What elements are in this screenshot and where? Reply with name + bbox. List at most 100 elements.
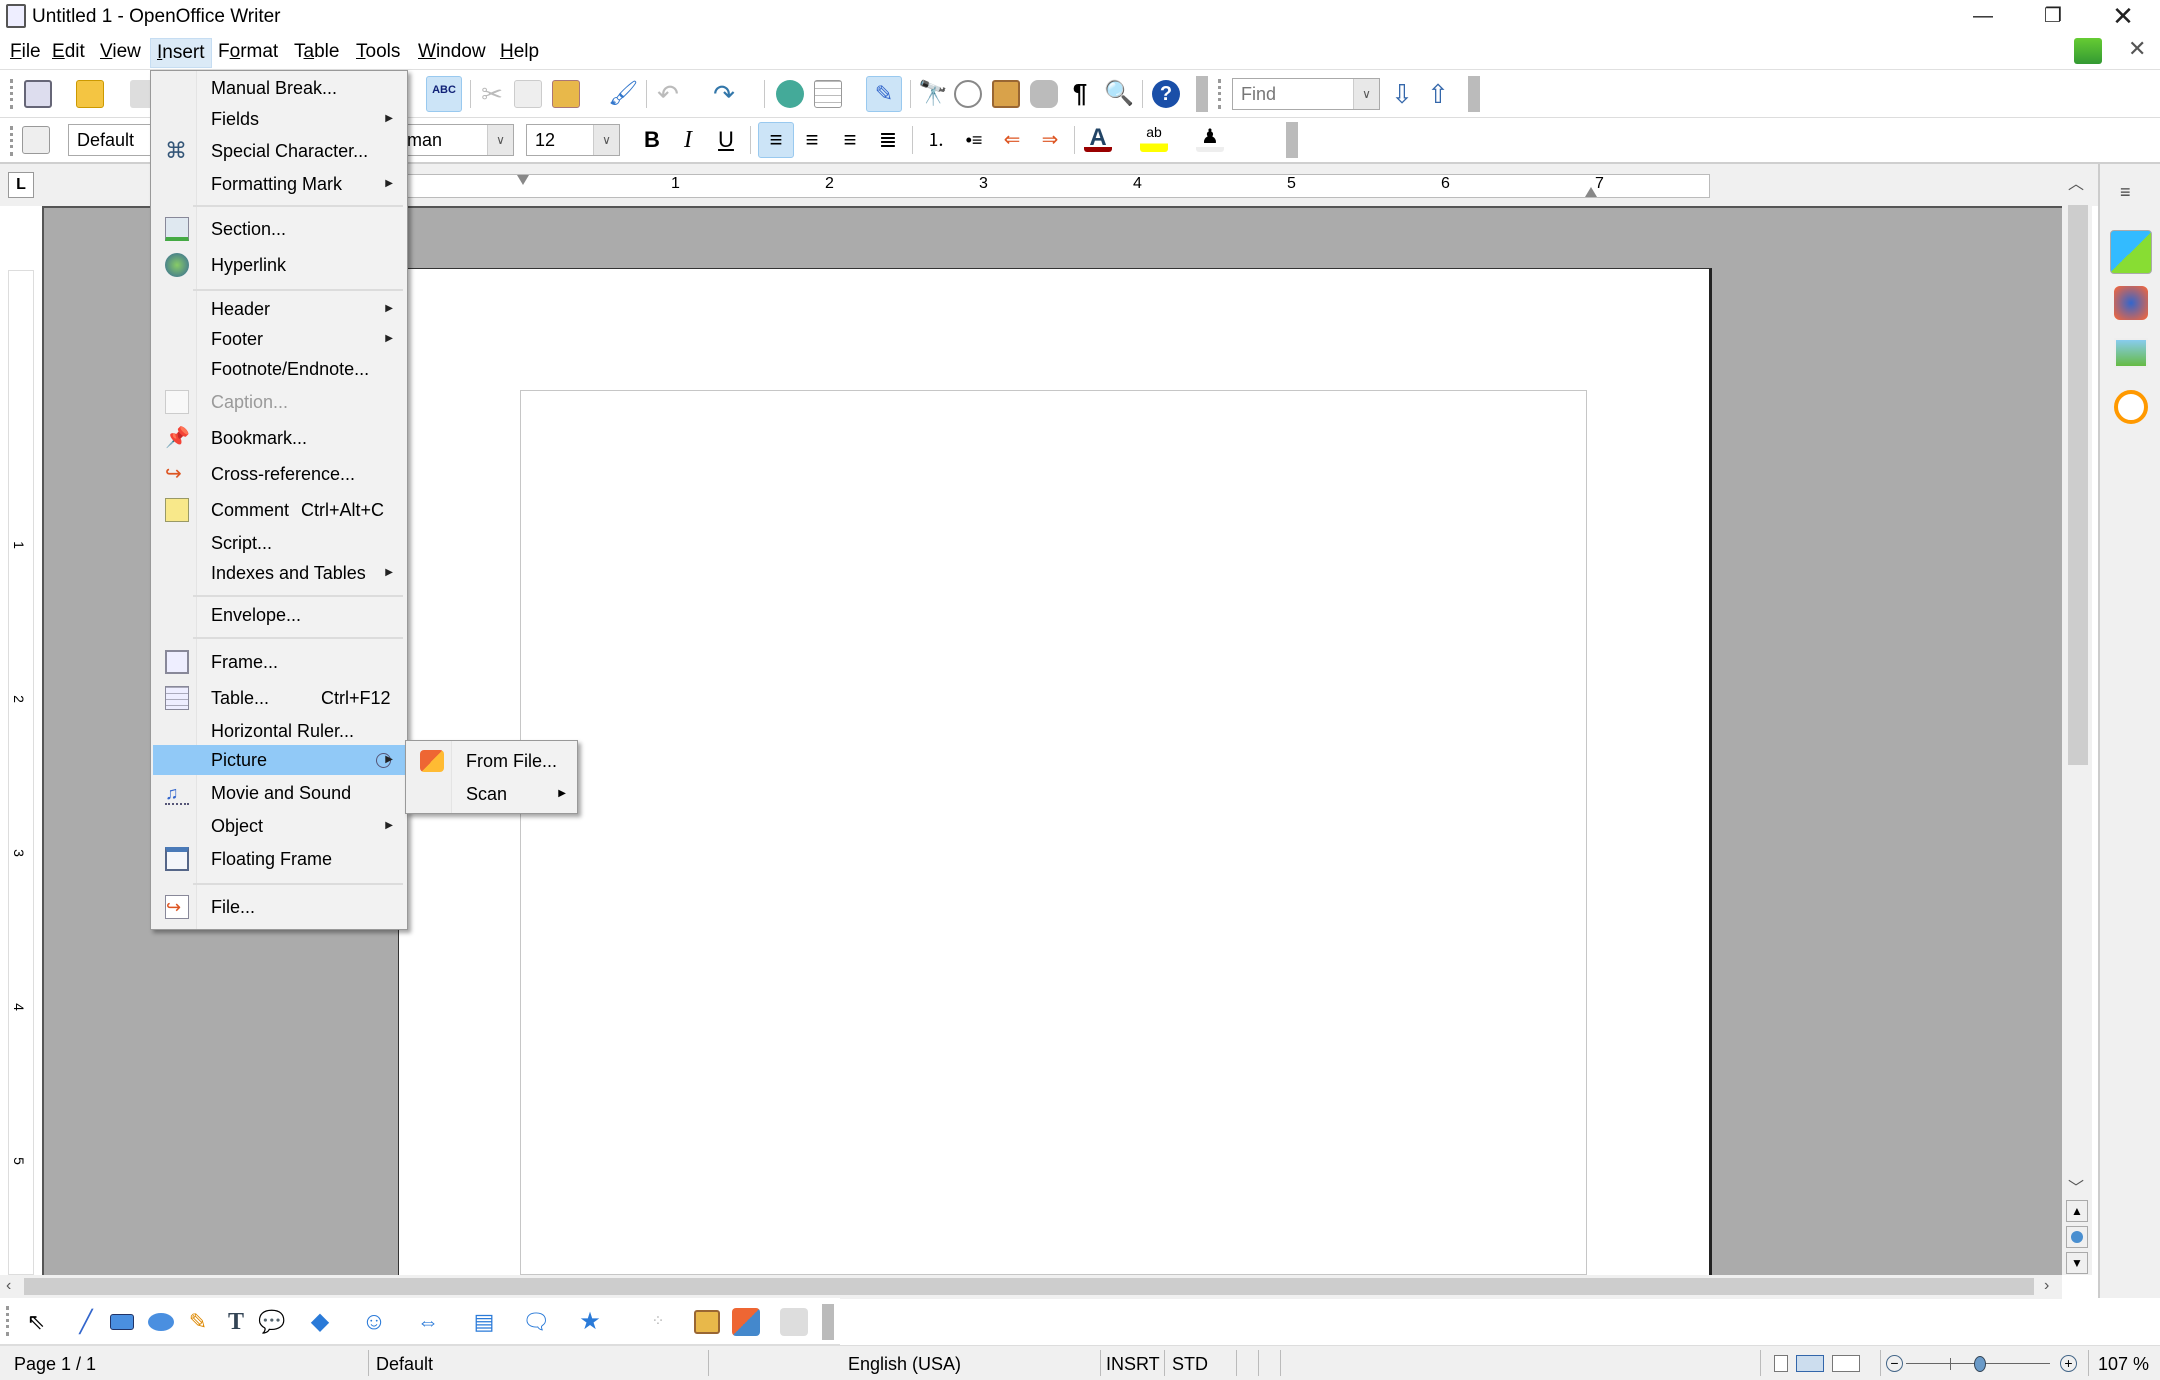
toolbar-overflow[interactable]	[1286, 122, 1298, 158]
menu-item-fields[interactable]: Fields ▶	[153, 104, 405, 134]
right-indent-marker[interactable]	[1585, 185, 1597, 197]
horizontal-ruler[interactable]: 1 2 3 4 5 6 7	[400, 174, 1710, 198]
navigation-icon[interactable]	[2066, 1226, 2088, 1248]
left-indent-marker[interactable]	[517, 175, 529, 197]
align-center-button[interactable]: ≡	[798, 126, 826, 154]
line-icon[interactable]: ╱	[72, 1308, 100, 1336]
menu-item-table[interactable]: Table... Ctrl+F12	[153, 683, 405, 713]
menu-item-frame[interactable]: Frame...	[153, 647, 405, 677]
vertical-ruler[interactable]: 1 2 3 4 5	[8, 270, 34, 1275]
callout-shapes-icon[interactable]: 🗨	[522, 1308, 550, 1336]
hyperlink-icon[interactable]	[776, 80, 804, 108]
increase-indent-icon[interactable]: ⇒	[1036, 126, 1064, 154]
ellipse-icon[interactable]	[148, 1313, 174, 1331]
insert-mode[interactable]: INSRT	[1106, 1354, 1160, 1375]
scroll-down-icon[interactable]: ﹀	[2068, 1174, 2084, 1198]
clone-formatting-icon[interactable]: 🖌	[608, 80, 638, 108]
underline-button[interactable]: U	[712, 126, 740, 154]
multi-page-view-icon[interactable]	[1796, 1355, 1824, 1372]
menu-view[interactable]: View	[94, 38, 147, 68]
zoom-percentage[interactable]: 107 %	[2098, 1354, 2149, 1375]
horizontal-scroll-thumb[interactable]	[24, 1278, 2034, 1295]
font-color-icon[interactable]: A	[1084, 124, 1112, 152]
menu-item-object[interactable]: Object ▶	[153, 811, 405, 841]
close-document-icon[interactable]: ✕	[2128, 36, 2146, 62]
gallery-panel-icon[interactable]	[2114, 338, 2148, 368]
help-icon[interactable]: ?	[1152, 80, 1180, 108]
menu-item-horizontal-ruler[interactable]: Horizontal Ruler...	[153, 716, 405, 746]
navigator-icon[interactable]	[954, 80, 982, 108]
formatting-marks-icon[interactable]: ¶	[1066, 78, 1094, 108]
open-folder-icon[interactable]	[76, 80, 104, 108]
minimize-button[interactable]: —	[1948, 0, 2018, 34]
basic-shapes-icon[interactable]: ◆	[306, 1308, 334, 1336]
menu-table[interactable]: Table	[288, 38, 345, 68]
tab-stop-type-icon[interactable]: L	[8, 172, 34, 198]
background-color-icon[interactable]: ♟	[1196, 124, 1224, 152]
menu-item-from-file[interactable]: From File...	[408, 745, 576, 777]
points-icon[interactable]: ⁘	[644, 1308, 672, 1336]
single-page-view-icon[interactable]	[1774, 1355, 1788, 1372]
selection-mode[interactable]: STD	[1172, 1354, 1208, 1375]
toolbar-grip[interactable]	[10, 79, 14, 109]
symbol-shapes-icon[interactable]: ☺	[360, 1308, 388, 1336]
insert-picture-icon[interactable]	[732, 1308, 760, 1336]
select-icon[interactable]: ⇖	[22, 1308, 50, 1336]
align-right-button[interactable]: ≡	[836, 126, 864, 154]
menu-file[interactable]: File	[4, 38, 47, 68]
menu-item-scan[interactable]: Scan ▶	[408, 778, 576, 810]
menu-item-manual-break[interactable]: Manual Break...	[153, 73, 405, 103]
styles-icon[interactable]	[2114, 286, 2148, 320]
fontwork-icon[interactable]	[694, 1310, 720, 1334]
data-sources-icon[interactable]	[1030, 80, 1058, 108]
navigator-panel-icon[interactable]	[2114, 390, 2148, 424]
menu-item-cross-reference[interactable]: ↪ Cross-reference...	[153, 459, 405, 489]
menu-edit[interactable]: Edit	[46, 38, 91, 68]
menu-format[interactable]: Format	[212, 38, 284, 68]
find-next-icon[interactable]: ⇩	[1388, 80, 1416, 108]
gallery-icon[interactable]	[992, 80, 1020, 108]
styles-formatting-icon[interactable]	[22, 126, 50, 154]
page-count[interactable]: Page 1 / 1	[14, 1354, 96, 1375]
redo-icon[interactable]: ↷	[710, 80, 738, 108]
menu-insert[interactable]: Insert	[150, 38, 212, 68]
toolbar-overflow[interactable]	[822, 1304, 834, 1340]
copy-icon[interactable]	[514, 80, 542, 108]
scroll-right-icon[interactable]: ›	[2044, 1277, 2049, 1295]
menu-item-file[interactable]: ↪ File...	[153, 892, 405, 922]
italic-button[interactable]: I	[674, 126, 702, 154]
menu-item-section[interactable]: Section...	[153, 214, 405, 244]
font-name-select[interactable]: man ∨	[398, 124, 514, 156]
scroll-up-icon[interactable]: ︿	[2068, 170, 2084, 194]
zoom-out-icon[interactable]: −	[1886, 1355, 1903, 1372]
menu-item-footnote-endnote[interactable]: Footnote/Endnote...	[153, 354, 405, 384]
menu-item-special-character[interactable]: ⌘ Special Character...	[153, 136, 405, 166]
flowchart-icon[interactable]: ▤	[470, 1308, 498, 1336]
sidebar-menu-icon[interactable]: ≡	[2120, 182, 2131, 203]
vertical-scroll-thumb[interactable]	[2068, 205, 2088, 765]
menu-item-header[interactable]: Header ▶	[153, 294, 405, 324]
zoom-icon[interactable]: 🔍	[1104, 80, 1134, 108]
toolbar-grip[interactable]	[6, 1306, 10, 1336]
justify-button[interactable]: ≣	[874, 126, 902, 154]
toolbar-overflow[interactable]	[1196, 76, 1208, 112]
numbering-icon[interactable]: ⒈	[922, 126, 950, 154]
extrusion-icon[interactable]	[780, 1308, 808, 1336]
new-document-icon[interactable]	[24, 80, 52, 108]
decrease-indent-icon[interactable]: ⇐	[998, 126, 1026, 154]
menu-item-envelope[interactable]: Envelope...	[153, 600, 405, 630]
show-draw-functions-icon[interactable]: ✎	[866, 76, 902, 112]
menu-item-indexes-and-tables[interactable]: Indexes and Tables ▶	[153, 558, 405, 588]
previous-page-icon[interactable]: ▲	[2066, 1200, 2088, 1222]
spellcheck-icon[interactable]: ABC	[426, 76, 462, 112]
menu-item-bookmark[interactable]: 📌 Bookmark...	[153, 423, 405, 453]
book-view-icon[interactable]	[1832, 1355, 1860, 1372]
restore-button[interactable]: ❐	[2018, 0, 2088, 34]
find-input[interactable]: Find ∨	[1232, 78, 1380, 110]
zoom-slider-thumb[interactable]	[1974, 1356, 1986, 1372]
insert-table-icon[interactable]	[814, 80, 842, 108]
freeform-line-icon[interactable]: ✎	[184, 1308, 212, 1336]
menu-item-comment[interactable]: Comment Ctrl+Alt+C	[153, 495, 405, 525]
menu-item-floating-frame[interactable]: Floating Frame	[153, 844, 405, 874]
paste-icon[interactable]	[552, 80, 580, 108]
